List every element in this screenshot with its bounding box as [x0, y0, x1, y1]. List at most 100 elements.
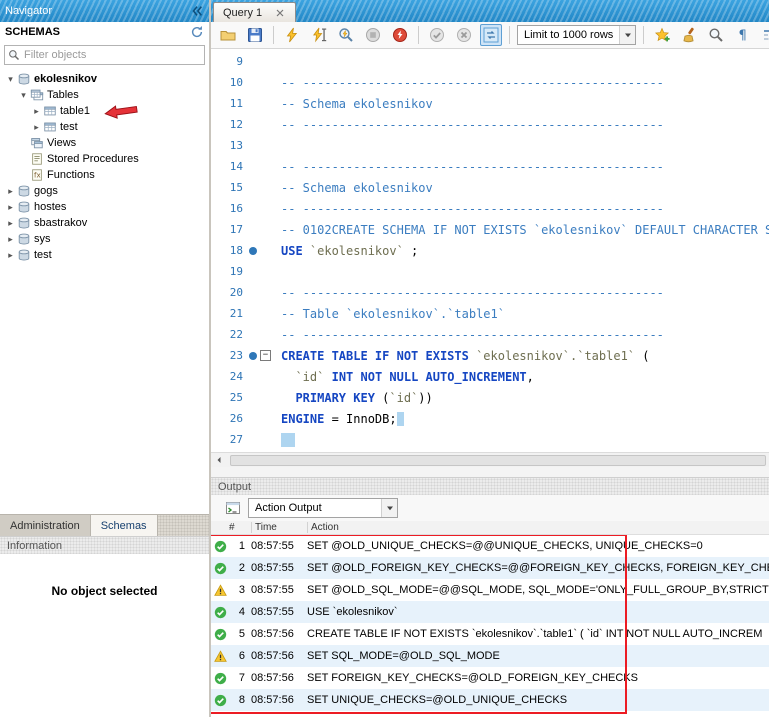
output-row[interactable]: 608:57:56SET SQL_MODE=@OLD_SQL_MODE: [211, 645, 769, 667]
column-time[interactable]: Time: [251, 522, 307, 533]
tree-item-functions[interactable]: fxFunctions: [0, 167, 209, 183]
expander-icon[interactable]: ▸: [4, 186, 17, 197]
line-number: 13: [211, 139, 243, 152]
chevron-down-icon[interactable]: [619, 26, 635, 44]
tree-item-sbastrakov[interactable]: ▸sbastrakov: [0, 215, 209, 231]
editor-tabbar: Query 1: [211, 0, 769, 22]
explain-button[interactable]: [335, 24, 357, 46]
line-number: 18: [211, 244, 243, 257]
navigator-panel: Navigator SCHEMAS ▾ekolesnikov▾Tables▸ta…: [0, 0, 211, 717]
line-number: 21: [211, 307, 243, 320]
editor-line[interactable]: 9: [211, 51, 769, 72]
editor-line[interactable]: 16-- -----------------------------------…: [211, 198, 769, 219]
expander-icon[interactable]: ▸: [4, 250, 17, 261]
code-token: [397, 412, 404, 426]
navigator-titlebar: Navigator: [0, 0, 209, 22]
collapse-panel-icon[interactable]: [190, 4, 204, 18]
chevron-down-icon[interactable]: [381, 499, 397, 517]
editor-line[interactable]: 15-- Schema ekolesnikov: [211, 177, 769, 198]
warning-icon: [211, 584, 229, 597]
scroll-left-icon[interactable]: [211, 453, 227, 467]
tab-query-1-label: Query 1: [223, 7, 262, 19]
output-row[interactable]: 708:57:56SET FOREIGN_KEY_CHECKS=@OLD_FOR…: [211, 667, 769, 689]
output-view-dropdown[interactable]: Action Output: [248, 498, 398, 518]
tree-item-hostes[interactable]: ▸ hostes: [0, 199, 209, 215]
editor-line[interactable]: 27: [211, 429, 769, 450]
editor-line[interactable]: 19: [211, 261, 769, 282]
information-title: Information: [7, 540, 62, 552]
expander-icon[interactable]: ▸: [4, 234, 17, 245]
filter-box[interactable]: [4, 45, 205, 65]
output-row[interactable]: 508:57:56CREATE TABLE IF NOT EXISTS `eko…: [211, 623, 769, 645]
editor-line[interactable]: 22-- -----------------------------------…: [211, 324, 769, 345]
tab-query-1[interactable]: Query 1: [213, 2, 296, 22]
execute-button[interactable]: [281, 24, 303, 46]
code-token: )): [418, 391, 432, 405]
tree-item-sys[interactable]: ▸sys: [0, 231, 209, 247]
tree-item-gogs[interactable]: ▸gogs: [0, 183, 209, 199]
editor-line[interactable]: 11-- Schema ekolesnikov: [211, 93, 769, 114]
editor-line[interactable]: 10-- -----------------------------------…: [211, 72, 769, 93]
output-row[interactable]: 808:57:56SET UNIQUE_CHECKS=@OLD_UNIQUE_C…: [211, 689, 769, 711]
editor-line[interactable]: 23−CREATE TABLE IF NOT EXISTS `ekolesnik…: [211, 345, 769, 366]
horizontal-scrollbar[interactable]: [211, 452, 769, 467]
expander-icon[interactable]: ▾: [4, 74, 17, 85]
limit-rows-dropdown[interactable]: Limit to 1000 rows: [517, 25, 636, 45]
autocommit-icon: [483, 27, 499, 43]
tree-item-label: hostes: [34, 201, 66, 213]
editor-line[interactable]: 24 `id` INT NOT NULL AUTO_INCREMENT,: [211, 366, 769, 387]
editor-line[interactable]: 21-- Table `ekolesnikov`.`table1`: [211, 303, 769, 324]
tree-item-ekolesnikov[interactable]: ▾ekolesnikov: [0, 71, 209, 87]
output-row[interactable]: 308:57:55SET @OLD_SQL_MODE=@@SQL_MODE, S…: [211, 579, 769, 601]
output-row[interactable]: 208:57:55SET @OLD_FOREIGN_KEY_CHECKS=@@F…: [211, 557, 769, 579]
expander-icon[interactable]: ▾: [17, 90, 30, 101]
expander-icon[interactable]: ▸: [4, 202, 17, 213]
editor-line[interactable]: 25 PRIMARY KEY (`id`)): [211, 387, 769, 408]
expander-icon[interactable]: ▸: [30, 106, 43, 117]
execute-current-button[interactable]: [308, 24, 330, 46]
expander-icon[interactable]: ▸: [4, 218, 17, 229]
tree-item-stored-procedures[interactable]: Stored Procedures: [0, 151, 209, 167]
save-snippet-button[interactable]: [651, 24, 673, 46]
editor-line[interactable]: 14-- -----------------------------------…: [211, 156, 769, 177]
rollback-button[interactable]: [453, 24, 475, 46]
expander-icon[interactable]: ▸: [30, 122, 43, 133]
beautify-button[interactable]: [678, 24, 700, 46]
editor-line[interactable]: 12-- -----------------------------------…: [211, 114, 769, 135]
editor-line[interactable]: 18USE `ekolesnikov` ;: [211, 240, 769, 261]
close-icon[interactable]: [274, 7, 286, 19]
refresh-icon[interactable]: [190, 25, 204, 39]
invisible-chars-button[interactable]: ¶: [732, 24, 754, 46]
tree-item-views[interactable]: Views: [0, 135, 209, 151]
find-button[interactable]: [705, 24, 727, 46]
tree-item-test[interactable]: ▸test: [0, 247, 209, 263]
row-index: 3: [229, 584, 251, 596]
open-script-button[interactable]: [217, 24, 239, 46]
column-index[interactable]: #: [229, 522, 251, 533]
editor-line[interactable]: 26ENGINE = InnoDB;: [211, 408, 769, 429]
stop-button[interactable]: [362, 24, 384, 46]
panel-splitter[interactable]: [211, 467, 769, 477]
column-action[interactable]: Action: [307, 522, 769, 533]
scrollbar-thumb[interactable]: [230, 455, 766, 466]
wrap-text-button[interactable]: [759, 24, 769, 46]
output-row[interactable]: 408:57:55USE `ekolesnikov`: [211, 601, 769, 623]
tab-schemas[interactable]: Schemas: [91, 515, 158, 536]
fold-marker-icon[interactable]: −: [260, 350, 271, 361]
tree-item-table1[interactable]: ▸table1: [0, 103, 209, 119]
commit-button[interactable]: [426, 24, 448, 46]
code-token: -- Schema ekolesnikov: [281, 97, 433, 111]
tree-item-tables[interactable]: ▾Tables: [0, 87, 209, 103]
editor-line[interactable]: 13: [211, 135, 769, 156]
filter-input[interactable]: [24, 49, 201, 61]
stop-on-error-button[interactable]: [389, 24, 411, 46]
editor-line[interactable]: 20-- -----------------------------------…: [211, 282, 769, 303]
code-text: -- -------------------------------------…: [281, 160, 769, 174]
autocommit-button[interactable]: [480, 24, 502, 46]
output-row[interactable]: 108:57:55SET @OLD_UNIQUE_CHECKS=@@UNIQUE…: [211, 535, 769, 557]
editor-line[interactable]: 17-- 0102CREATE SCHEMA IF NOT EXISTS `ek…: [211, 219, 769, 240]
save-script-button[interactable]: [244, 24, 266, 46]
sql-editor[interactable]: 910-- ----------------------------------…: [211, 49, 769, 452]
tab-administration[interactable]: Administration: [0, 515, 91, 536]
invisible-chars-icon: ¶: [735, 27, 751, 43]
